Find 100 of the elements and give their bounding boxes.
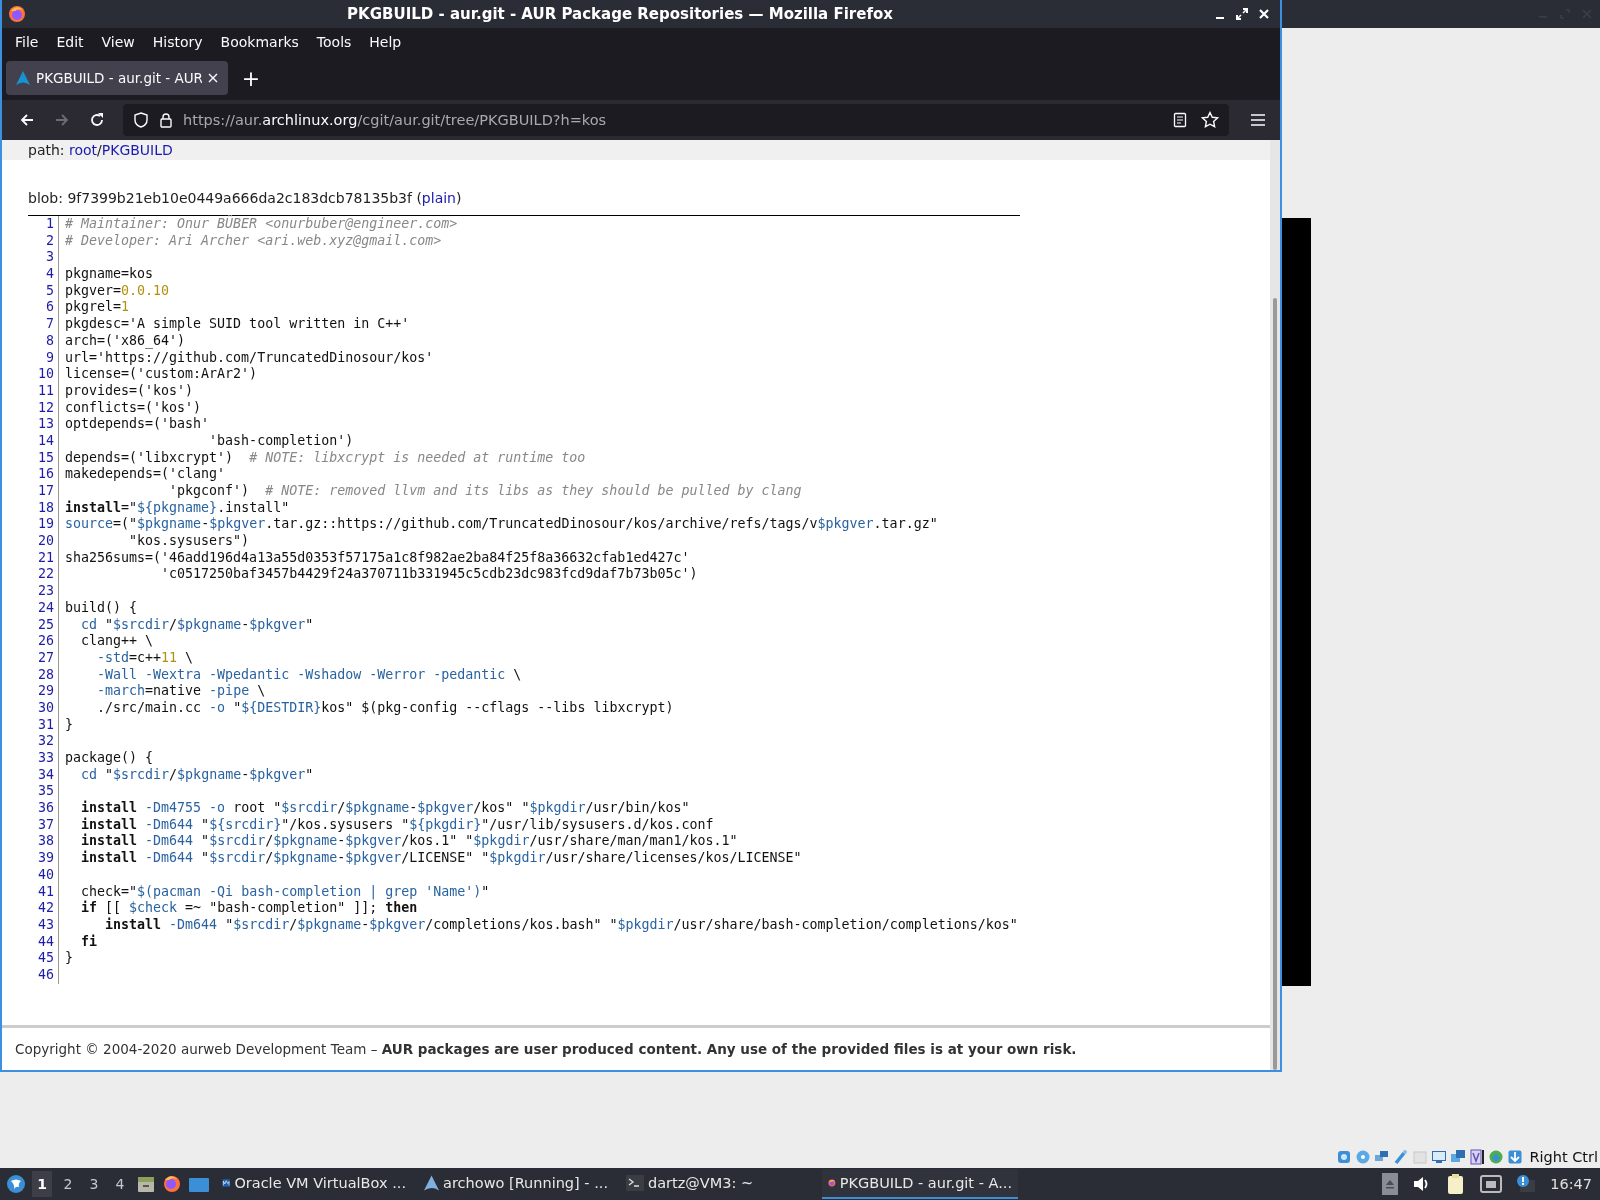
scrollbar-thumb[interactable] — [1273, 298, 1277, 1070]
network-icon[interactable] — [1480, 1175, 1503, 1193]
browser-tab[interactable]: PKGBUILD - aur.git - AUR — [6, 61, 228, 95]
line-number[interactable]: 20 — [38, 533, 54, 549]
line-number[interactable]: 32 — [38, 733, 54, 749]
line-number[interactable]: 10 — [38, 366, 54, 382]
lock-icon[interactable] — [159, 112, 173, 128]
line-number[interactable]: 39 — [38, 850, 54, 866]
plain-link[interactable]: plain — [421, 190, 456, 206]
menu-item[interactable]: Bookmarks — [211, 32, 308, 52]
line-number[interactable]: 9 — [46, 349, 54, 365]
line-number[interactable]: 44 — [38, 933, 54, 949]
path-link[interactable]: root — [69, 142, 98, 158]
line-number[interactable]: 12 — [38, 399, 54, 415]
code-line: conflicts=('kos') — [65, 399, 202, 415]
code-line: depends=('libxcrypt') # NOTE: libxcrypt is needed at runtime too — [65, 449, 586, 465]
line-number[interactable]: 15 — [38, 449, 54, 465]
path-link[interactable]: PKGBUILD — [101, 142, 173, 158]
line-number[interactable]: 26 — [38, 633, 54, 649]
line-number[interactable]: 16 — [38, 466, 54, 482]
line-number[interactable]: 33 — [38, 750, 54, 765]
footer-text: Copyright © 2004-2020 aurweb Development Team – AUR packages are user produced content. Any use of the provided files is at your own risk. — [15, 1041, 1077, 1057]
menu-icon[interactable] — [1250, 113, 1266, 127]
bookmark-star-icon[interactable] — [1201, 111, 1219, 129]
line-number[interactable]: 31 — [38, 716, 54, 732]
code-line: arch=('x86_64') — [65, 332, 186, 348]
reader-view-icon[interactable] — [1173, 112, 1187, 128]
line-number[interactable]: 3 — [46, 249, 54, 265]
line-number[interactable]: 18 — [38, 499, 54, 515]
workspace-button[interactable]: 3 — [84, 1171, 104, 1197]
taskbar-task[interactable]: PKGBUILD - aur.git - A... — [822, 1169, 1018, 1199]
line-number[interactable]: 1 — [46, 216, 54, 231]
line-number[interactable]: 11 — [38, 382, 54, 398]
line-number[interactable]: 46 — [38, 966, 54, 982]
line-number[interactable]: 17 — [38, 483, 54, 498]
line-number[interactable]: 29 — [38, 683, 54, 699]
line-number[interactable]: 38 — [38, 833, 54, 849]
line-number[interactable]: 2 — [46, 232, 54, 248]
line-number[interactable]: 28 — [38, 666, 54, 682]
code-line: "kos.sysusers") — [128, 533, 250, 549]
line-number[interactable]: 23 — [38, 583, 54, 599]
file-manager-icon[interactable] — [136, 1174, 156, 1194]
clock-text: 16:47 — [1550, 1176, 1592, 1192]
desktop-icon[interactable] — [188, 1175, 210, 1193]
taskbar-task[interactable]: archowo [Running] - ... — [418, 1169, 614, 1199]
code-line: build() { — [65, 599, 138, 615]
workspace-button[interactable]: 1 — [32, 1171, 52, 1197]
workspace-button[interactable]: 2 — [58, 1171, 78, 1197]
shield-icon[interactable] — [133, 112, 149, 128]
line-number[interactable]: 45 — [38, 950, 54, 966]
line-number[interactable]: 37 — [38, 816, 54, 832]
taskbar-task[interactable]: dartz@VM3: ~ — [620, 1169, 816, 1199]
line-number[interactable]: 8 — [46, 332, 54, 348]
line-number[interactable]: 30 — [38, 699, 54, 715]
line-number[interactable]: 22 — [38, 566, 54, 582]
code-line: install -Dm644 "${srcdir}"/kos.sysusers "${pkgdir}"/usr/lib/sysusers.d/kos.conf — [80, 816, 714, 832]
line-number[interactable]: 24 — [38, 599, 54, 615]
line-number[interactable]: 42 — [38, 900, 54, 916]
menu-item[interactable]: Tools — [307, 32, 361, 52]
code-line: 'c0517250baf3457b4429f24a370711b331945c5cdb23dc983fcd9daf7b73b05c') — [160, 566, 698, 582]
menu-item[interactable]: History — [143, 32, 212, 52]
line-number[interactable]: 36 — [38, 800, 54, 816]
notification-icon[interactable] — [1516, 1174, 1537, 1194]
line-number[interactable]: 41 — [38, 883, 54, 899]
menu-item[interactable]: Help — [360, 32, 411, 52]
line-number[interactable]: 5 — [46, 282, 54, 298]
line-number[interactable]: 40 — [38, 866, 54, 882]
code-line: install -Dm644 "$srcdir/$pkgname-$pkgver/completions/kos.bash" "$pkgdir/usr/share/bash-completion/completions/kos" — [104, 916, 1018, 932]
eject-icon[interactable] — [1382, 1173, 1399, 1195]
menu-item[interactable]: File — [6, 32, 48, 52]
code-line: if [[ $check =~ "bash-completion" ]]; then — [80, 900, 418, 916]
line-number[interactable]: 14 — [38, 432, 54, 448]
line-number[interactable]: 6 — [46, 299, 54, 315]
start-menu-icon[interactable] — [6, 1174, 26, 1194]
line-number[interactable]: 7 — [46, 316, 54, 332]
menu-item[interactable]: View — [92, 32, 144, 52]
line-number[interactable]: 43 — [38, 916, 54, 932]
code-line: # Developer: Ari Archer <ari.web.xyz@gmail.com> — [65, 232, 442, 248]
address-bar[interactable]: https://aur.archlinux.org/cgit/aur.git/tree/PKGBUILD?h=kos — [123, 104, 1229, 136]
arch-logo-icon — [424, 1174, 440, 1192]
scrollbar[interactable] — [1270, 140, 1280, 1070]
line-number[interactable]: 13 — [38, 416, 54, 432]
code-line: ./src/main.cc -o "${DESTDIR}kos" $(pkg-config --cflags --libs libxcrypt) — [96, 699, 674, 715]
keyboard-capture-icon — [1507, 1149, 1524, 1165]
workspace-button[interactable]: 4 — [110, 1171, 130, 1197]
taskbar-task[interactable]: Oracle VM VirtualBox ... — [216, 1169, 412, 1199]
new-tab-button[interactable]: + — [236, 63, 266, 93]
line-number[interactable]: 35 — [38, 783, 54, 799]
usb-icon — [1393, 1149, 1410, 1165]
code-line: 'pkgconf') # NOTE: removed llvm and its libs as they should be pulled by clang — [168, 483, 802, 498]
menu-item[interactable]: Edit — [47, 32, 93, 52]
line-number[interactable]: 27 — [38, 649, 54, 665]
line-number[interactable]: 19 — [38, 516, 54, 532]
firefox-logo-icon[interactable] — [162, 1174, 182, 1194]
code-line: license=('custom:ArAr2') — [65, 366, 258, 382]
line-number[interactable]: 21 — [38, 549, 54, 565]
line-number[interactable]: 4 — [46, 266, 54, 282]
reload-icon[interactable] — [88, 111, 106, 129]
line-number[interactable]: 34 — [38, 766, 54, 782]
line-number[interactable]: 25 — [38, 616, 54, 632]
